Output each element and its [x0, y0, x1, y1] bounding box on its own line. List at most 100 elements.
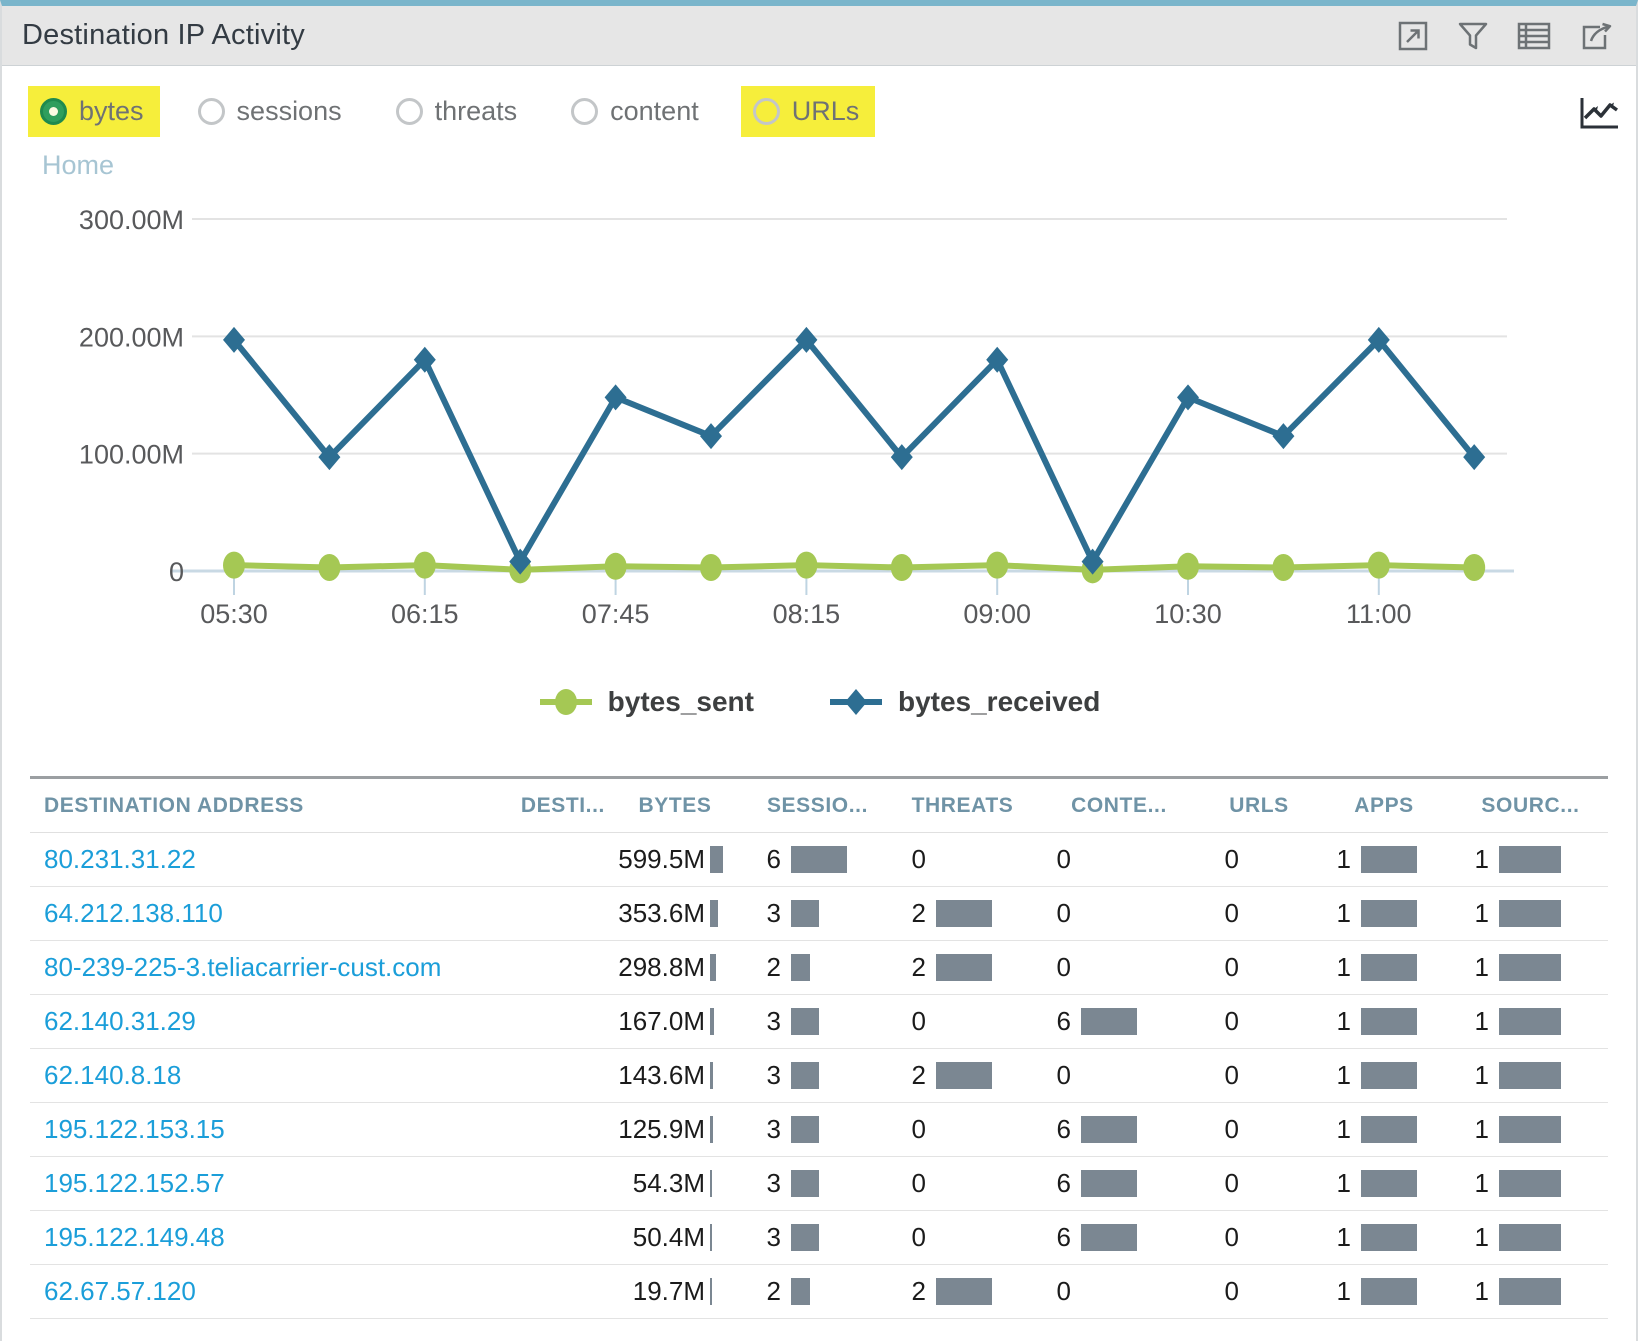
- radio-unselected-icon: [571, 98, 598, 125]
- bytes-bar: [710, 900, 718, 927]
- radio-content[interactable]: content: [559, 86, 715, 137]
- threats-cell: 0: [890, 1168, 1035, 1199]
- content-bar: [1081, 1008, 1137, 1035]
- sessions-cell: 6: [745, 844, 890, 875]
- destination-address-link[interactable]: 62.140.8.18: [30, 1060, 475, 1091]
- bytes-cell: 143.6M: [605, 1060, 745, 1091]
- breadcrumb-home-link[interactable]: Home: [42, 150, 114, 180]
- bytes-value: 353.6M: [605, 898, 705, 929]
- bytes-bar: [710, 954, 716, 981]
- destination-address-link[interactable]: 195.122.153.15: [30, 1114, 475, 1145]
- source-cell: 1: [1453, 1114, 1608, 1145]
- source-bar: [1499, 1224, 1561, 1251]
- source-cell: 1: [1453, 1060, 1608, 1091]
- content-value: 6: [1035, 1114, 1071, 1145]
- table-view-icon[interactable]: [1516, 19, 1552, 53]
- sessions-bar: [791, 900, 819, 927]
- col-destination-address[interactable]: DESTINATION ADDRESS: [30, 794, 475, 818]
- bytes-bar: [710, 1224, 712, 1251]
- threats-value: 2: [890, 1060, 926, 1091]
- col-bytes[interactable]: BYTES: [605, 794, 745, 818]
- sessions-cell: 3: [745, 1060, 890, 1091]
- urls-cell: 0: [1203, 952, 1315, 983]
- content-value: 0: [1035, 898, 1071, 929]
- source-value: 1: [1453, 952, 1489, 983]
- bytes-cell: 54.3M: [605, 1168, 745, 1199]
- threats-value: 2: [890, 898, 926, 929]
- radio-unselected-icon: [198, 98, 225, 125]
- col-source[interactable]: SOURC...: [1453, 794, 1608, 818]
- apps-value: 1: [1315, 1276, 1351, 1307]
- threats-bar: [936, 900, 992, 927]
- radio-bytes[interactable]: bytes: [28, 86, 160, 137]
- destination-address-link[interactable]: 80-239-225-3.teliacarrier-cust.com: [30, 952, 475, 983]
- sessions-value: 3: [745, 1006, 781, 1037]
- col-urls[interactable]: URLS: [1203, 794, 1315, 818]
- source-cell: 1: [1453, 898, 1608, 929]
- apps-bar: [1361, 1224, 1417, 1251]
- radio-urls[interactable]: URLs: [741, 86, 876, 137]
- svg-text:200.00M: 200.00M: [79, 322, 184, 352]
- destination-address-link[interactable]: 62.67.57.120: [30, 1276, 475, 1307]
- apps-cell: 1: [1315, 1168, 1453, 1199]
- urls-cell: 0: [1203, 1006, 1315, 1037]
- content-value: 0: [1035, 1276, 1071, 1307]
- table-row: 195.122.152.5754.3M306011: [30, 1157, 1608, 1211]
- apps-bar: [1361, 1170, 1417, 1197]
- content-value: 6: [1035, 1006, 1071, 1037]
- threats-bar: [936, 1278, 992, 1305]
- destination-ip-table: DESTINATION ADDRESS DESTI... BYTES SESSI…: [30, 776, 1608, 1319]
- metric-radio-group: bytes sessions threats content URLs: [2, 66, 1636, 142]
- bytes-value: 143.6M: [605, 1060, 705, 1091]
- sessions-cell: 3: [745, 898, 890, 929]
- threats-cell: 0: [890, 844, 1035, 875]
- maximize-icon[interactable]: [1396, 19, 1430, 53]
- destination-address-link[interactable]: 80.231.31.22: [30, 844, 475, 875]
- sessions-bar: [791, 1278, 810, 1305]
- table-row: 62.140.8.18143.6M320011: [30, 1049, 1608, 1103]
- col-threats[interactable]: THREATS: [890, 794, 1035, 818]
- destination-address-link[interactable]: 195.122.152.57: [30, 1168, 475, 1199]
- sessions-cell: 3: [745, 1222, 890, 1253]
- source-value: 1: [1453, 1222, 1489, 1253]
- source-cell: 1: [1453, 1006, 1608, 1037]
- sessions-value: 3: [745, 1060, 781, 1091]
- col-destination-user[interactable]: DESTI...: [475, 794, 605, 818]
- sessions-value: 3: [745, 898, 781, 929]
- radio-threats[interactable]: threats: [384, 86, 534, 137]
- apps-cell: 1: [1315, 1222, 1453, 1253]
- destination-address-link[interactable]: 62.140.31.29: [30, 1006, 475, 1037]
- export-icon[interactable]: [1578, 19, 1616, 53]
- content-bar: [1081, 1170, 1137, 1197]
- activity-chart-area: 0100.00M200.00M300.00M05:3006:1507:4508:…: [2, 187, 1636, 652]
- svg-text:06:15: 06:15: [391, 599, 459, 629]
- destination-address-link[interactable]: 195.122.149.48: [30, 1222, 475, 1253]
- col-apps[interactable]: APPS: [1315, 794, 1453, 818]
- sessions-cell: 2: [745, 952, 890, 983]
- content-value: 6: [1035, 1222, 1071, 1253]
- table-row: 195.122.153.15125.9M306011: [30, 1103, 1608, 1157]
- activity-chart[interactable]: 0100.00M200.00M300.00M05:3006:1507:4508:…: [2, 187, 1602, 647]
- content-cell: 6: [1035, 1006, 1203, 1037]
- bytes-cell: 298.8M: [605, 952, 745, 983]
- radio-unselected-icon: [396, 98, 423, 125]
- sessions-cell: 2: [745, 1276, 890, 1307]
- widget-title: Destination IP Activity: [22, 19, 305, 52]
- col-sessions[interactable]: SESSIO...: [745, 794, 890, 818]
- bytes-value: 50.4M: [605, 1222, 705, 1253]
- urls-value: 0: [1203, 844, 1239, 875]
- radio-sessions[interactable]: sessions: [186, 86, 358, 137]
- bytes-cell: 125.9M: [605, 1114, 745, 1145]
- urls-value: 0: [1203, 1006, 1239, 1037]
- line-chart-icon[interactable]: [1578, 96, 1620, 135]
- threats-bar: [936, 1062, 992, 1089]
- destination-address-link[interactable]: 64.212.138.110: [30, 898, 475, 929]
- col-content[interactable]: CONTE...: [1035, 794, 1203, 818]
- content-cell: 6: [1035, 1222, 1203, 1253]
- content-cell: 0: [1035, 1276, 1203, 1307]
- filter-icon[interactable]: [1456, 19, 1490, 53]
- legend-bytes-received[interactable]: bytes_received: [828, 686, 1100, 718]
- breadcrumb: Home: [2, 142, 1636, 181]
- apps-cell: 1: [1315, 952, 1453, 983]
- legend-bytes-sent[interactable]: bytes_sent: [538, 686, 754, 718]
